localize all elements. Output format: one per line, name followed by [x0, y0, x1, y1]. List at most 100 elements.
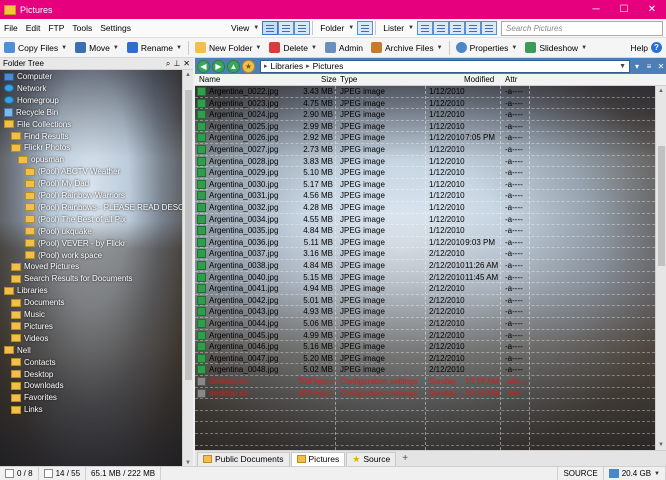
tree-item[interactable]: Nell: [4, 345, 31, 356]
file-row[interactable]: desktop.ini 502 bytes Configuration settin…: [195, 388, 655, 400]
dual-vertical-icon[interactable]: [449, 21, 465, 35]
tree-item[interactable]: (Pool) Rainbows - PLEASE READ DESCRIPTI: [25, 202, 182, 213]
tree-toggle-icon[interactable]: [465, 21, 481, 35]
column-name[interactable]: Name: [199, 75, 220, 84]
scroll-up-icon[interactable]: ▲: [656, 86, 666, 96]
single-lister-icon[interactable]: [417, 21, 433, 35]
file-row[interactable]: Argentina_0031.jpg 4.56 MB JPEG image 1/12/…: [195, 190, 655, 202]
file-row[interactable]: [195, 434, 655, 446]
breadcrumb-libraries[interactable]: Libraries: [271, 61, 304, 71]
tree-item[interactable]: Find Results: [11, 131, 68, 142]
tree-item[interactable]: Videos: [11, 333, 48, 344]
file-row[interactable]: [195, 399, 655, 411]
tree-scrollbar[interactable]: ▲ ▼: [182, 70, 193, 468]
tree-item[interactable]: File Collections: [4, 119, 71, 130]
file-row[interactable]: Argentina_0022.jpg 3.43 MB JPEG image 1/12/…: [195, 86, 655, 98]
close-icon[interactable]: ✕: [656, 61, 666, 71]
tree-item[interactable]: Search Results for Documents: [11, 273, 133, 284]
file-row[interactable]: Argentina_0030.jpg 5.17 MB JPEG image 1/12/…: [195, 179, 655, 191]
properties-button[interactable]: Properties ▼: [452, 39, 522, 57]
pin-icon[interactable]: ⊥: [173, 59, 180, 69]
scroll-thumb[interactable]: [658, 146, 665, 266]
tree-item[interactable]: (Pool) ukquake: [25, 226, 92, 237]
details-view-icon[interactable]: [262, 21, 279, 35]
file-row[interactable]: Argentina_0043.jpg 4.93 MB JPEG image 2/12/…: [195, 306, 655, 318]
file-row[interactable]: Argentina_0023.jpg 4.75 MB JPEG image 1/12/…: [195, 98, 655, 110]
help-button[interactable]: Help ?: [627, 39, 666, 57]
forward-icon[interactable]: ▶: [212, 59, 225, 73]
file-row[interactable]: Argentina_0035.jpg 4.84 MB JPEG image 1/12/…: [195, 225, 655, 237]
file-row[interactable]: Argentina_0028.jpg 3.83 MB JPEG image 1/12/…: [195, 156, 655, 168]
file-row[interactable]: Argentina_0034.jpg 4.55 MB JPEG image 1/12/…: [195, 214, 655, 226]
minimize-button[interactable]: ─: [582, 0, 610, 19]
file-row[interactable]: Argentina_0024.jpg 2.90 MB JPEG image 1/12/…: [195, 109, 655, 121]
admin-button[interactable]: Admin: [321, 39, 367, 57]
tab-public-documents[interactable]: Public Documents: [197, 451, 290, 466]
tree-item[interactable]: (Pool) My Dad: [25, 178, 89, 189]
tree-item[interactable]: Libraries: [4, 285, 48, 296]
rename-button[interactable]: Rename ▼: [123, 39, 186, 57]
lister-menu[interactable]: Lister ▼: [378, 23, 417, 33]
list-view-icon[interactable]: [278, 21, 295, 35]
column-modified[interactable]: Modified: [464, 75, 494, 84]
folder-menu[interactable]: Folder ▼: [315, 23, 357, 33]
tree-item[interactable]: Favorites: [11, 392, 57, 403]
tab-source[interactable]: ★ Source: [346, 451, 397, 466]
up-icon[interactable]: ▲: [227, 59, 240, 73]
folder-tree[interactable]: Computer Network Homegroup Recycle Bin File …: [0, 70, 182, 468]
file-row[interactable]: [195, 411, 655, 423]
file-list[interactable]: Argentina_0022.jpg 3.43 MB JPEG image 1/12/…: [195, 86, 655, 450]
scroll-up-icon[interactable]: ▲: [183, 70, 193, 80]
breadcrumb-pictures[interactable]: Pictures: [313, 61, 344, 71]
menu-edit[interactable]: Edit: [22, 23, 45, 33]
tree-item[interactable]: (Pool) ABCTV Weather: [25, 166, 120, 177]
chevron-down-icon[interactable]: ▾: [632, 61, 642, 71]
archive-files-button[interactable]: Archive Files ▼: [367, 39, 447, 57]
new-folder-button[interactable]: New Folder ▼: [191, 39, 265, 57]
file-row[interactable]: desktop.ini 504 bytes Configuration settin…: [195, 376, 655, 388]
tree-item[interactable]: Downloads: [11, 380, 64, 391]
folder-options-icon[interactable]: [357, 21, 374, 35]
file-row[interactable]: Argentina_0048.jpg 5.02 MB JPEG image 2/12/…: [195, 364, 655, 376]
scroll-thumb[interactable]: [185, 90, 192, 380]
chevron-down-icon[interactable]: ▼: [654, 471, 660, 477]
dual-horizontal-icon[interactable]: [433, 21, 449, 35]
file-row[interactable]: Argentina_0045.jpg 4.99 MB JPEG image 2/12/…: [195, 330, 655, 342]
delete-button[interactable]: Delete ▼: [265, 39, 321, 57]
column-size[interactable]: Size: [321, 75, 337, 84]
tree-item[interactable]: Contacts: [11, 357, 56, 368]
file-row[interactable]: Argentina_0025.jpg 2.99 MB JPEG image 1/12/…: [195, 121, 655, 133]
tree-item[interactable]: Pictures: [11, 321, 53, 332]
file-row[interactable]: Argentina_0027.jpg 2.73 MB JPEG image 1/12/…: [195, 144, 655, 156]
file-row[interactable]: [195, 422, 655, 434]
address-field[interactable]: ▸ Libraries ▸ Pictures ▼: [260, 59, 630, 73]
thumbnails-view-icon[interactable]: [294, 21, 311, 35]
file-row[interactable]: Argentina_0044.jpg 5.06 MB JPEG image 2/12/…: [195, 318, 655, 330]
file-row[interactable]: Argentina_0026.jpg 2.92 MB JPEG image 1/12/…: [195, 132, 655, 144]
close-button[interactable]: ✕: [638, 0, 666, 19]
file-row[interactable]: Argentina_0047.jpg 5.20 MB JPEG image 2/12/…: [195, 353, 655, 365]
file-row[interactable]: Argentina_0029.jpg 5.10 MB JPEG image 1/12/…: [195, 167, 655, 179]
tree-item[interactable]: Recycle Bin: [4, 107, 58, 118]
view-menu[interactable]: View ▼: [226, 23, 262, 33]
file-row[interactable]: Argentina_0038.jpg 4.84 MB JPEG image 2/12/…: [195, 260, 655, 272]
maximize-button[interactable]: ☐: [610, 0, 638, 19]
tree-item[interactable]: Computer: [4, 71, 52, 82]
column-attr[interactable]: Attr: [505, 75, 517, 84]
tree-item[interactable]: Links: [11, 404, 43, 415]
scroll-down-icon[interactable]: ▼: [656, 440, 666, 450]
file-row[interactable]: Argentina_0046.jpg 5.16 MB JPEG image 2/12/…: [195, 341, 655, 353]
slideshow-button[interactable]: Slideshow ▼: [521, 39, 591, 57]
file-row[interactable]: Argentina_0040.jpg 5.15 MB JPEG image 2/12/…: [195, 272, 655, 284]
file-row[interactable]: Argentina_0032.jpg 4.28 MB JPEG image 1/12/…: [195, 202, 655, 214]
menu-settings[interactable]: Settings: [96, 23, 135, 33]
move-button[interactable]: Move ▼: [71, 39, 123, 57]
settings-icon[interactable]: ≡: [644, 61, 654, 71]
tree-item[interactable]: Moved Pictures: [11, 261, 79, 272]
tab-pictures[interactable]: Pictures: [290, 451, 346, 466]
tree-item[interactable]: (Pool) work space: [25, 250, 102, 261]
menu-file[interactable]: File: [0, 23, 22, 33]
tree-item[interactable]: Documents: [11, 297, 64, 308]
menu-tools[interactable]: Tools: [68, 23, 96, 33]
search-icon[interactable]: ⌕: [166, 59, 170, 69]
